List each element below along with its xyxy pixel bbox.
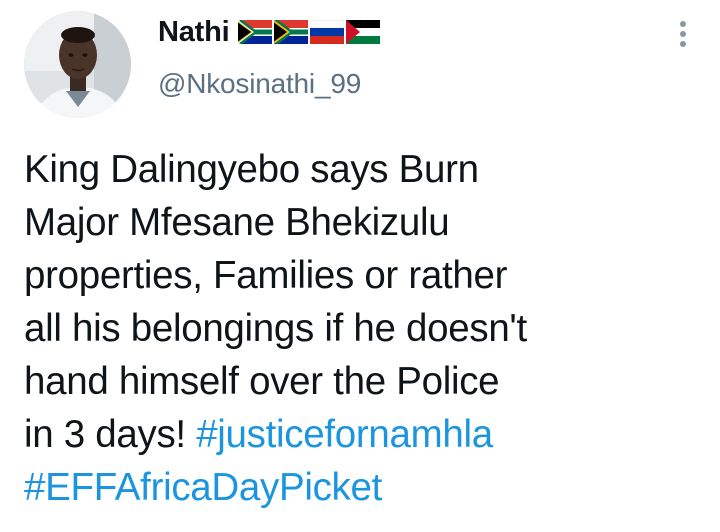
tweet-text-line: King Dalingyebo says Burn bbox=[24, 148, 479, 191]
tweet-text-line: #EFFAfricaDayPicket bbox=[24, 461, 694, 514]
more-vertical-icon[interactable] bbox=[674, 16, 692, 52]
russia-flag-icon bbox=[309, 20, 344, 44]
tweet-text-line: Major Mfesane Bhekizulu bbox=[24, 201, 450, 244]
south-africa-flag-icon bbox=[273, 20, 308, 44]
tweet-header: Nathi @Nkosinathi_99 bbox=[158, 12, 380, 100]
user-handle[interactable]: @Nkosinathi_99 bbox=[158, 68, 380, 100]
display-name[interactable]: Nathi bbox=[158, 16, 230, 49]
palestine-flag-icon bbox=[345, 20, 380, 44]
south-africa-flag-icon bbox=[237, 20, 272, 44]
tweet-text-line: properties, Families or rather bbox=[24, 254, 508, 297]
avatar[interactable] bbox=[24, 11, 131, 118]
tweet-text-line: all his belongings if he doesn't bbox=[24, 307, 527, 350]
hashtag-link[interactable]: #justicefornamhla bbox=[196, 413, 493, 456]
tweet-card: Nathi @Nkosinathi_99 King Dalingyebo say… bbox=[0, 0, 720, 532]
tweet-text-line-with-hashtag: in 3 days! #justicefornamhla bbox=[24, 408, 694, 461]
flag-emojis bbox=[237, 20, 380, 44]
avatar-image bbox=[24, 11, 131, 118]
tweet-text: King Dalingyebo says Burn Major Mfesane … bbox=[24, 143, 694, 514]
tweet-text-fragment: in 3 days! bbox=[24, 413, 197, 456]
tweet-text-line: hand himself over the Police bbox=[24, 360, 500, 403]
name-row: Nathi bbox=[158, 12, 380, 52]
hashtag-link[interactable]: #EFFAfricaDayPicket bbox=[24, 466, 382, 509]
